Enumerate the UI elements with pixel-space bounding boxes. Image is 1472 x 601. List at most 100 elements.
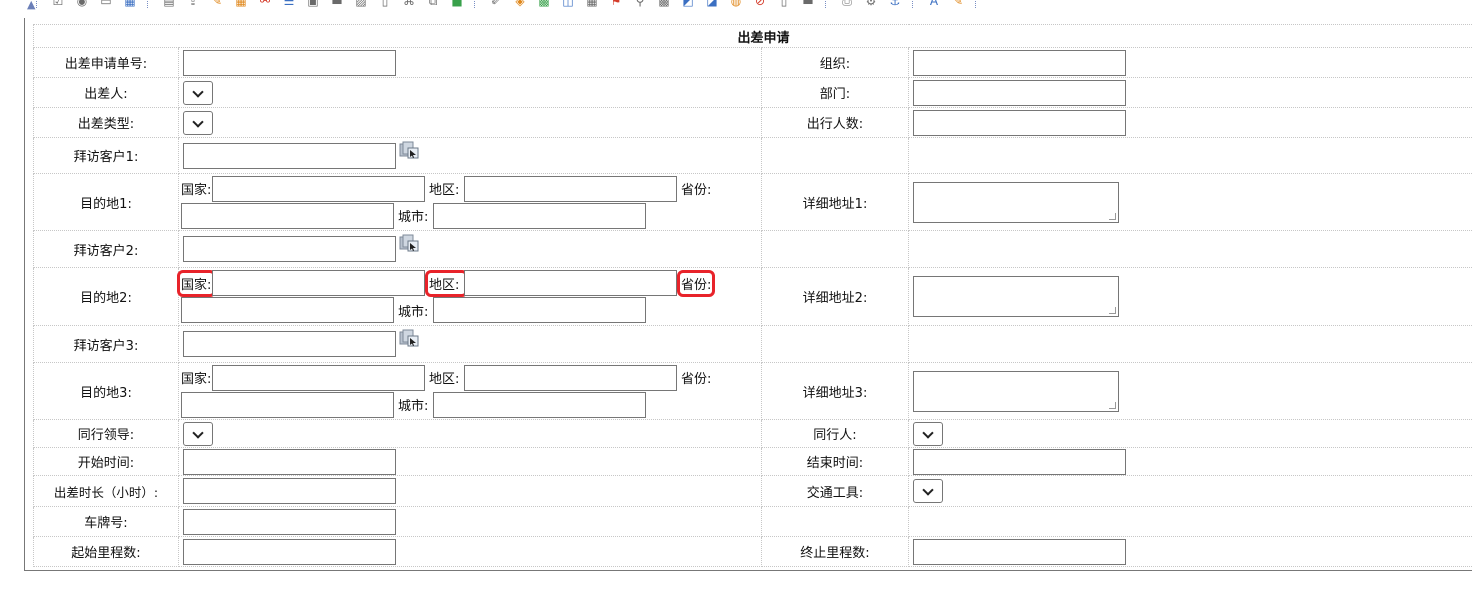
headcount-label: 出行人数: bbox=[761, 107, 909, 138]
macro-icon[interactable]: ✎ bbox=[210, 0, 224, 8]
trip-type-select[interactable] bbox=[183, 110, 213, 135]
addr2-label: 详细地址2: bbox=[761, 267, 909, 326]
qrcode-icon[interactable]: ▩ bbox=[657, 0, 671, 8]
form-title: 出差申请 bbox=[32, 24, 1472, 48]
dest1-country-input[interactable] bbox=[212, 175, 425, 202]
toolbar-separator bbox=[147, 0, 154, 8]
anchor-icon[interactable]: ⚓ bbox=[888, 0, 902, 8]
window-icon[interactable]: ◫ bbox=[561, 0, 575, 8]
org-input[interactable] bbox=[913, 49, 1126, 76]
editor-left-border bbox=[24, 18, 25, 570]
dept-input[interactable] bbox=[913, 79, 1126, 106]
toolbar-separator bbox=[912, 0, 919, 8]
dest2-city-input[interactable] bbox=[433, 297, 646, 323]
toolbar-collapse-icon[interactable]: ▲ bbox=[27, 0, 35, 11]
duration-input[interactable] bbox=[183, 478, 396, 504]
plate-input[interactable] bbox=[183, 508, 396, 535]
traveler-label: 出差人: bbox=[33, 77, 179, 108]
code-icon[interactable]: ⌘ bbox=[402, 0, 416, 8]
chart-icon[interactable]: ▩ bbox=[537, 0, 551, 8]
green-box-icon[interactable]: ■ bbox=[450, 0, 464, 8]
customer1-input[interactable] bbox=[183, 142, 396, 169]
trip-type-label: 出差类型: bbox=[33, 107, 179, 138]
dest1-province-input[interactable] bbox=[181, 202, 394, 229]
upload-icon[interactable]: ⇪ bbox=[186, 0, 200, 8]
headcount-input[interactable] bbox=[913, 109, 1126, 136]
flag-icon[interactable]: ⚑ bbox=[609, 0, 623, 8]
pen-icon[interactable]: ✐ bbox=[489, 0, 503, 8]
radio-icon[interactable]: ◉ bbox=[75, 0, 89, 8]
link-icon[interactable]: ⚯ bbox=[258, 0, 272, 8]
apply-no-label: 出差申请单号: bbox=[33, 47, 179, 78]
photo-icon[interactable]: ▦ bbox=[585, 0, 599, 8]
highlight-icon[interactable]: ✎ bbox=[951, 0, 965, 8]
end-mileage-input[interactable] bbox=[913, 538, 1126, 565]
editor-toolbar: ▲ ☑ ◉ ▭ ▦ ▤ ⇪ ✎ ▦ ⚯ ☰ ▣ ▬ ▨ ▯ ⌘ ⧉ ■ ✐ ◈ … bbox=[0, 0, 1472, 16]
picker-icon[interactable] bbox=[399, 141, 419, 159]
customer2-input[interactable] bbox=[183, 236, 396, 262]
addr3-textarea[interactable] bbox=[913, 370, 1119, 412]
image-icon[interactable]: ▨ bbox=[354, 0, 368, 8]
start-mileage-input[interactable] bbox=[183, 538, 396, 565]
toolbar-separator bbox=[36, 0, 43, 8]
bar-icon[interactable]: ▬ bbox=[801, 0, 815, 8]
settings-icon[interactable]: ⚙ bbox=[864, 0, 878, 8]
copy-icon[interactable]: ⧉ bbox=[426, 0, 440, 8]
form-icon[interactable]: ▤ bbox=[162, 0, 176, 8]
dest2-country-input[interactable] bbox=[212, 270, 425, 296]
region-label: 地区: bbox=[429, 183, 460, 198]
color-icon[interactable]: ◍ bbox=[729, 0, 743, 8]
transport-select[interactable] bbox=[913, 479, 943, 503]
dest3-region-input[interactable] bbox=[464, 364, 677, 391]
customer2-label: 拜访客户2: bbox=[33, 230, 179, 268]
layers-icon[interactable]: ◈ bbox=[513, 0, 527, 8]
media-icon[interactable]: ◩ bbox=[681, 0, 695, 8]
customer1-label: 拜访客户1: bbox=[33, 137, 179, 174]
customer3-input[interactable] bbox=[183, 331, 396, 357]
end-time-input[interactable] bbox=[913, 448, 1126, 475]
start-time-label: 开始时间: bbox=[33, 447, 179, 476]
duration-label: 出差时长（小时）: bbox=[33, 475, 179, 507]
dest3-country-input[interactable] bbox=[212, 364, 425, 391]
edit-icon[interactable]: ◪ bbox=[705, 0, 719, 8]
apply-no-input[interactable] bbox=[183, 49, 396, 76]
province-label: 省份: bbox=[681, 183, 712, 198]
dest3-province-input[interactable] bbox=[181, 391, 394, 418]
toolbar-separator bbox=[474, 0, 481, 8]
font-color-icon[interactable]: A bbox=[927, 0, 941, 8]
addr2-textarea[interactable] bbox=[913, 276, 1119, 317]
line-icon[interactable]: ▬ bbox=[330, 0, 344, 8]
picker-icon[interactable] bbox=[399, 234, 419, 252]
customer3-label: 拜访客户3: bbox=[33, 325, 179, 363]
country-label: 国家: bbox=[181, 183, 212, 198]
stop-icon[interactable]: ⊘ bbox=[753, 0, 767, 8]
dest1-label: 目的地1: bbox=[33, 173, 179, 231]
companion-select[interactable] bbox=[913, 421, 943, 446]
editor-bottom-border bbox=[24, 570, 1472, 571]
traveler-select[interactable] bbox=[183, 80, 213, 105]
picker-icon[interactable] bbox=[399, 329, 419, 347]
city-label: 城市: bbox=[398, 304, 429, 320]
country-label: 国家: bbox=[177, 269, 216, 297]
dest1-city-input[interactable] bbox=[433, 202, 646, 229]
dest1-region-input[interactable] bbox=[464, 175, 677, 202]
dest2-region-input[interactable] bbox=[464, 270, 677, 296]
addr1-textarea[interactable] bbox=[913, 181, 1119, 223]
dest2-province-input[interactable] bbox=[181, 297, 394, 323]
dest3-city-input[interactable] bbox=[433, 391, 646, 418]
end-mileage-label: 终止里程数: bbox=[761, 536, 909, 567]
checkbox-icon[interactable]: ☑ bbox=[51, 0, 65, 8]
list-icon[interactable]: ☰ bbox=[282, 0, 296, 8]
table-icon[interactable]: ▦ bbox=[123, 0, 137, 8]
leader-select[interactable] bbox=[183, 421, 213, 446]
grid-icon[interactable]: ▦ bbox=[234, 0, 248, 8]
calendar-icon[interactable]: ▣ bbox=[306, 0, 320, 8]
end-time-label: 结束时间: bbox=[761, 447, 909, 476]
print-icon[interactable]: ⎙ bbox=[840, 0, 854, 8]
region-label: 地区: bbox=[425, 269, 468, 297]
page-icon[interactable]: ▯ bbox=[378, 0, 392, 8]
pin-icon[interactable]: ⚲ bbox=[633, 0, 647, 8]
start-time-input[interactable] bbox=[183, 448, 396, 475]
doc-icon[interactable]: ▯ bbox=[777, 0, 791, 8]
textfield-icon[interactable]: ▭ bbox=[99, 0, 113, 8]
